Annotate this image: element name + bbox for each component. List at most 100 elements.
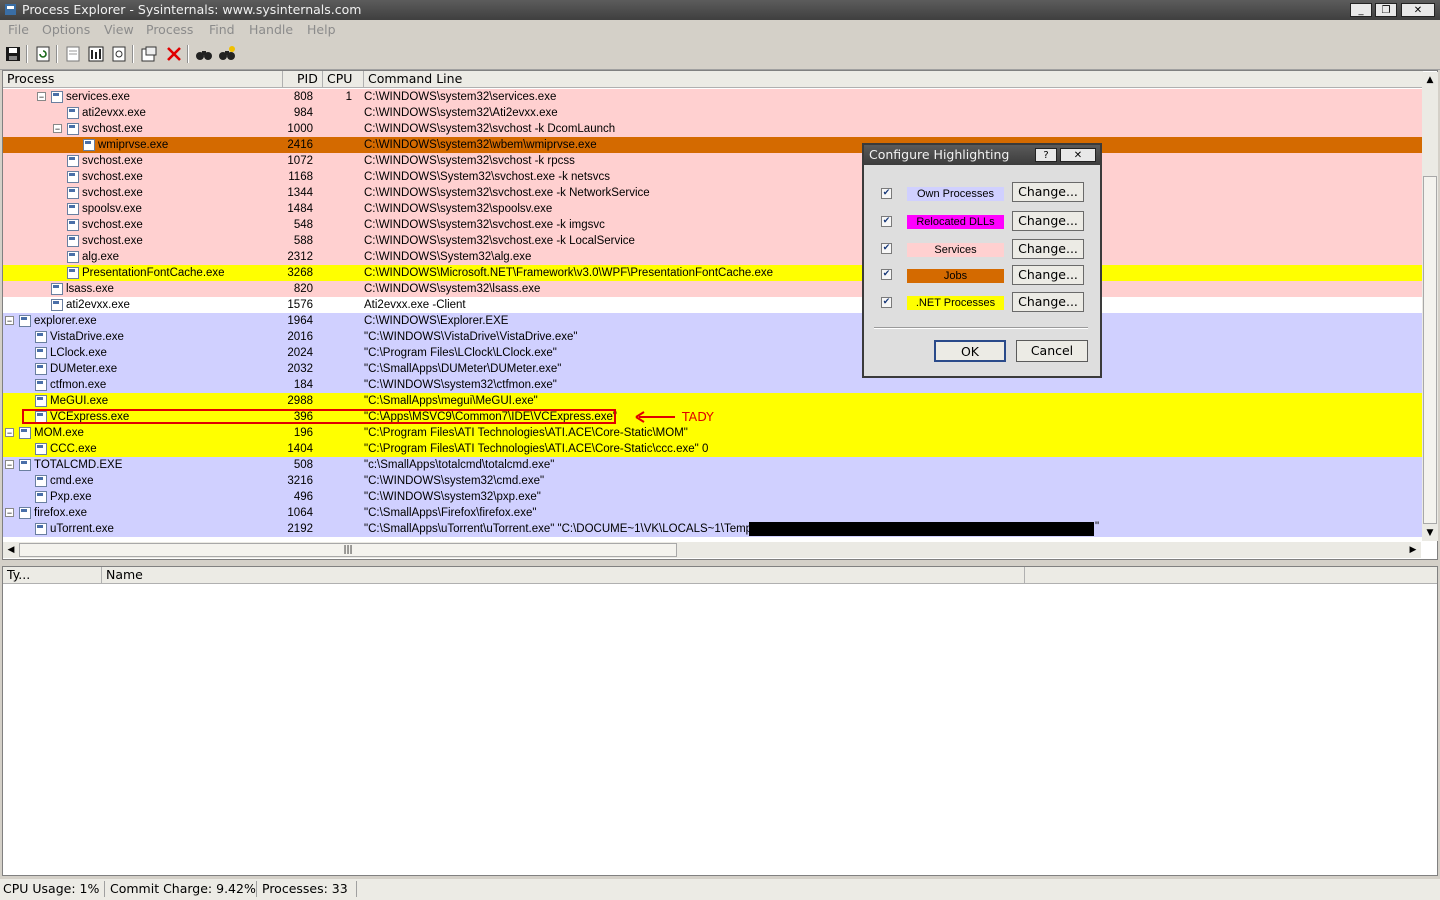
process-name: spoolsv.exe	[82, 203, 142, 215]
menu-find[interactable]: Find	[209, 22, 235, 37]
process-row[interactable]: − MOM.exe 196 "C:\Program Files\ATI Technol…	[3, 425, 1423, 441]
find-window-icon[interactable]	[218, 45, 236, 63]
ok-button[interactable]: OK	[934, 340, 1006, 362]
column-header-pid[interactable]: PID	[283, 71, 323, 88]
process-row[interactable]: CCC.exe 1404 "C:\Program Files\ATI Technol…	[3, 441, 1423, 457]
tree-expander-icon[interactable]: −	[5, 508, 14, 518]
process-icon	[19, 459, 31, 471]
checkbox-net-processes[interactable]: ✔	[881, 297, 892, 308]
checkbox-jobs[interactable]: ✔	[881, 269, 892, 280]
process-row[interactable]: svchost.exe 1344 C:\WINDOWS\system32\svcho…	[3, 185, 1423, 201]
process-row[interactable]: ctfmon.exe 184 "C:\WINDOWS\system32\ctfmon…	[3, 377, 1423, 393]
change-services-button[interactable]: Change...	[1012, 239, 1084, 259]
process-row[interactable]: − services.exe 808 1 C:\WINDOWS\system32\ser…	[3, 89, 1423, 105]
process-row[interactable]: spoolsv.exe 1484 C:\WINDOWS\system32\spool…	[3, 201, 1423, 217]
refresh-icon[interactable]	[34, 45, 52, 63]
kill-process-icon[interactable]	[165, 45, 183, 63]
process-command-line: C:\WINDOWS\system32\services.exe	[364, 91, 557, 103]
checkbox-services[interactable]: ✔	[881, 243, 892, 254]
dll-view-icon[interactable]	[110, 45, 128, 63]
process-pid: 1000	[287, 123, 313, 135]
save-icon[interactable]	[4, 45, 22, 63]
tree-expander-icon[interactable]: −	[5, 428, 14, 438]
horizontal-scroll-thumb[interactable]: |||	[19, 543, 677, 557]
cancel-button[interactable]: Cancel	[1016, 340, 1088, 362]
find-icon[interactable]	[195, 45, 213, 63]
process-row[interactable]: svchost.exe 588 C:\WINDOWS\system32\svchos…	[3, 233, 1423, 249]
process-row[interactable]: lsass.exe 820 C:\WINDOWS\system32\lsass.ex…	[3, 281, 1423, 297]
dialog-close-button[interactable]: ✕	[1060, 148, 1096, 162]
process-row[interactable]: − explorer.exe 1964 C:\WINDOWS\Explorer.EXE	[3, 313, 1423, 329]
checkbox-relocated-dlls[interactable]: ✔	[881, 216, 892, 227]
tree-expander-icon[interactable]: −	[37, 92, 46, 102]
process-row[interactable]: ati2evxx.exe 1576 Ati2evxx.exe -Client	[3, 297, 1423, 313]
vertical-scroll-thumb[interactable]	[1423, 176, 1437, 524]
properties-icon[interactable]	[64, 45, 82, 63]
process-command-line: Ati2evxx.exe -Client	[364, 299, 466, 311]
tree-expander-icon[interactable]: −	[5, 316, 14, 326]
process-row[interactable]: wmiprvse.exe 2416 C:\WINDOWS\system32\wbem…	[3, 137, 1423, 153]
lower-pane[interactable]: Ty... Name	[2, 566, 1438, 876]
process-row[interactable]: svchost.exe 1072 C:\WINDOWS\system32\svcho…	[3, 153, 1423, 169]
system-info-icon[interactable]	[140, 45, 158, 63]
checkbox-own-processes[interactable]: ✔	[881, 188, 892, 199]
process-row[interactable]: cmd.exe 3216 "C:\WINDOWS\system32\cmd.exe"	[3, 473, 1423, 489]
process-row[interactable]: − TOTALCMD.EXE 508 "c:\SmallApps\totalcmd\t…	[3, 457, 1423, 473]
column-header-type[interactable]: Ty...	[3, 567, 102, 584]
cpu-graph-icon[interactable]	[87, 45, 105, 63]
process-row[interactable]: LClock.exe 2024 "C:\Program Files\LClock\L…	[3, 345, 1423, 361]
minimize-button[interactable]: _	[1350, 3, 1372, 17]
dialog-title-bar: Configure Highlighting ? ✕	[864, 145, 1100, 165]
process-icon	[67, 187, 79, 199]
process-tree[interactable]: Process PID CPU Command Line − services.e…	[2, 70, 1438, 560]
menu-handle[interactable]: Handle	[249, 22, 293, 37]
process-command-line: "C:\Program Files\ATI Technologies\ATI.A…	[364, 427, 688, 439]
menu-help[interactable]: Help	[307, 22, 336, 37]
column-header-name[interactable]: Name	[102, 567, 1025, 584]
process-command-line: "C:\WINDOWS\system32\cmd.exe"	[364, 475, 545, 487]
menu-file[interactable]: File	[8, 22, 29, 37]
process-row[interactable]: DUMeter.exe 2032 "C:\SmallApps\DUMeter\DUM…	[3, 361, 1423, 377]
process-row[interactable]: − firefox.exe 1064 "C:\SmallApps\Firefox\fi…	[3, 505, 1423, 521]
menu-bar: File Options View Process Find Handle He…	[0, 20, 1440, 39]
change-own-processes-button[interactable]: Change...	[1012, 182, 1084, 202]
menu-options[interactable]: Options	[42, 22, 90, 37]
process-row[interactable]: PresentationFontCache.exe 3268 C:\WINDOWS\…	[3, 265, 1423, 281]
column-header-command-line[interactable]: Command Line	[364, 71, 1423, 88]
menu-process[interactable]: Process	[146, 22, 193, 37]
dialog-help-button[interactable]: ?	[1035, 148, 1057, 162]
process-row[interactable]: ati2evxx.exe 984 C:\WINDOWS\system32\Ati2e…	[3, 105, 1423, 121]
process-pid: 1484	[287, 203, 313, 215]
process-icon	[19, 507, 31, 519]
column-header-cpu[interactable]: CPU	[323, 71, 364, 88]
scroll-left-button[interactable]: ◀	[3, 542, 19, 558]
horizontal-scrollbar[interactable]: ◀ ||| ▶	[3, 542, 1421, 558]
column-header-process[interactable]: Process	[3, 71, 283, 88]
process-row[interactable]: Pxp.exe 496 "C:\WINDOWS\system32\pxp.exe"	[3, 489, 1423, 505]
maximize-button[interactable]: ❐	[1375, 3, 1397, 17]
process-row[interactable]: svchost.exe 1168 C:\WINDOWS\System32\svcho…	[3, 169, 1423, 185]
process-name: services.exe	[66, 91, 130, 103]
process-command-line: C:\WINDOWS\Microsoft.NET\Framework\v3.0\…	[364, 267, 773, 279]
process-pid: 548	[293, 219, 313, 231]
process-row[interactable]: alg.exe 2312 C:\WINDOWS\System32\alg.exe	[3, 249, 1423, 265]
process-row[interactable]: MeGUI.exe 2988 "C:\SmallApps\megui\MeGUI.e…	[3, 393, 1423, 409]
close-button[interactable]: ✕	[1401, 3, 1435, 17]
change-jobs-button[interactable]: Change...	[1012, 265, 1084, 285]
process-command-line: C:\WINDOWS\system32\svchost -k DcomLaunc…	[364, 123, 616, 135]
scroll-up-button[interactable]: ▲	[1422, 72, 1438, 88]
process-row[interactable]: uTorrent.exe 2192 "C:\SmallApps\uTorrent\u…	[3, 521, 1423, 537]
process-row[interactable]: − svchost.exe 1000 C:\WINDOWS\system32\svch…	[3, 121, 1423, 137]
process-row[interactable]: svchost.exe 548 C:\WINDOWS\system32\svchos…	[3, 217, 1423, 233]
menu-view[interactable]: View	[104, 22, 134, 37]
tree-expander-icon[interactable]: −	[5, 460, 14, 470]
process-row[interactable]: VistaDrive.exe 2016 "C:\WINDOWS\VistaDrive…	[3, 329, 1423, 345]
change-relocated-dlls-button[interactable]: Change...	[1012, 211, 1084, 231]
process-pid: 2024	[287, 347, 313, 359]
scroll-down-button[interactable]: ▼	[1422, 525, 1438, 541]
vertical-scrollbar[interactable]: ▲ ▼	[1422, 72, 1438, 541]
tree-expander-icon[interactable]: −	[53, 124, 62, 134]
process-command-line: C:\WINDOWS\system32\wbem\wmiprvse.exe	[364, 139, 597, 151]
scroll-right-button[interactable]: ▶	[1405, 542, 1421, 558]
change-net-processes-button[interactable]: Change...	[1012, 292, 1084, 312]
